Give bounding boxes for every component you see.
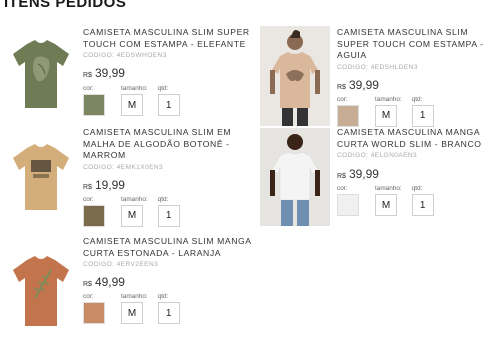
color-swatch — [337, 194, 359, 216]
color-label: cor: — [337, 95, 348, 103]
tshirt-icon — [13, 40, 69, 108]
qty-value: 1 — [157, 302, 180, 324]
color-label: cor: — [83, 85, 94, 92]
tshirt-icon — [13, 256, 69, 326]
color-label: cor: — [337, 185, 348, 192]
qty-value: 1 — [411, 104, 434, 127]
size-label: tamanho: — [375, 185, 402, 192]
size-value: M — [121, 204, 143, 227]
model-photo-icon — [270, 30, 320, 126]
product-image[interactable] — [5, 30, 77, 118]
product-image[interactable] — [5, 136, 77, 216]
product-image[interactable] — [260, 26, 330, 126]
product-code: CODIGO: 4EDSHLDEN3 — [337, 63, 418, 71]
product-name[interactable]: CAMISETA MASCULINA SLIM EM MALHA DE ALGO… — [83, 127, 253, 162]
qty-value: 1 — [157, 204, 180, 227]
currency-symbol: R$ — [337, 83, 346, 91]
product-code: CODIGO: 4ELGN0AEN3 — [337, 152, 418, 159]
qty-value: 1 — [411, 194, 434, 216]
qty-label: qtd: — [157, 85, 169, 92]
product-image[interactable] — [260, 128, 330, 226]
product-name[interactable]: CAMISETA MASCULINA SLIM SUPER TOUCH COM … — [83, 27, 253, 50]
size-label: tamanho: — [121, 85, 148, 92]
product-name[interactable]: CAMISETA MASCULINA MANGA CURTA WORLD SLI… — [337, 127, 499, 150]
currency-symbol: R$ — [83, 183, 92, 191]
qty-label: qtd: — [157, 195, 169, 203]
product-name[interactable]: CAMISETA MASCULINA SLIM MANGA CURTA ESTO… — [83, 236, 253, 259]
size-label: tamanho: — [121, 293, 148, 300]
currency-symbol: R$ — [337, 173, 346, 180]
qty-value: 1 — [157, 94, 180, 116]
size-label: tamanho: — [375, 95, 402, 103]
product-image[interactable] — [5, 248, 77, 332]
product-code: CODIGO: 4EMK1X0EN3 — [83, 163, 164, 171]
product-price: 39,99 — [94, 66, 125, 80]
size-value: M — [121, 94, 143, 116]
model-photo-icon — [270, 134, 320, 226]
currency-symbol: R$ — [83, 281, 92, 288]
product-name[interactable]: CAMISETA MASCULINA SLIM SUPER TOUCH COM … — [337, 27, 499, 62]
color-swatch — [337, 104, 359, 127]
color-label: cor: — [83, 293, 94, 300]
size-value: M — [375, 104, 397, 127]
color-swatch — [83, 204, 105, 227]
product-price: 39,99 — [348, 167, 379, 181]
product-code: CODIGO: 4EDSWHOEN3 — [83, 52, 167, 59]
page-title: ITENS PEDIDOS — [4, 0, 127, 11]
product-price: 39,99 — [348, 77, 379, 92]
size-value: M — [121, 302, 143, 324]
color-label: cor: — [83, 195, 94, 203]
qty-label: qtd: — [411, 95, 423, 103]
product-code: CODIGO: 4ERV2EEN3 — [83, 261, 159, 268]
currency-symbol: R$ — [83, 72, 92, 79]
product-price: 49,99 — [94, 275, 125, 289]
color-swatch — [83, 94, 105, 116]
size-label: tamanho: — [121, 195, 148, 203]
tshirt-icon — [13, 144, 69, 210]
color-swatch — [83, 302, 105, 324]
qty-label: qtd: — [157, 293, 169, 300]
size-value: M — [375, 194, 397, 216]
qty-label: qtd: — [411, 185, 423, 192]
product-price: 19,99 — [94, 177, 125, 192]
